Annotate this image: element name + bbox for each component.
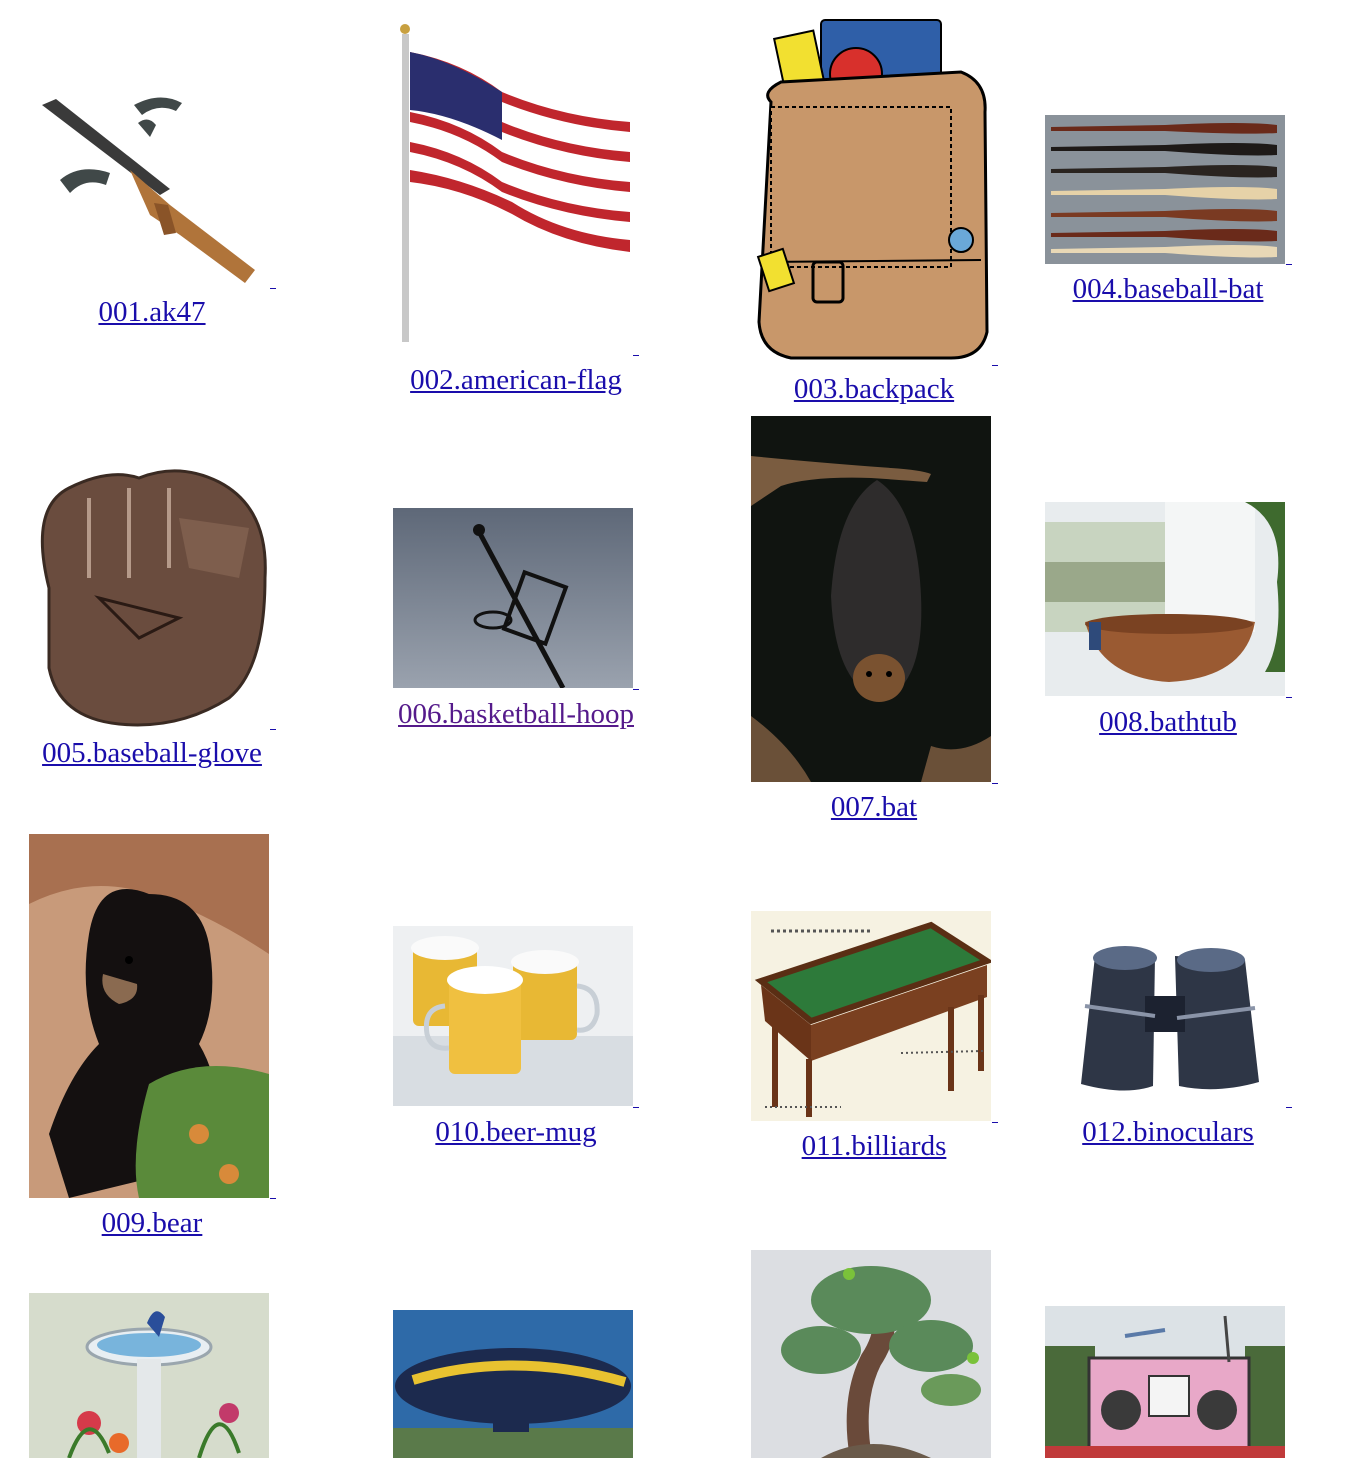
backpack-thumbnail[interactable] xyxy=(751,12,991,366)
birdbath-thumbnail[interactable] xyxy=(29,1293,269,1458)
gallery-item-label[interactable]: 004.baseball-bat xyxy=(1073,273,1264,305)
thumbnail-link-stub[interactable] xyxy=(992,1122,998,1123)
gallery-item-label[interactable]: 012.binoculars xyxy=(1082,1116,1254,1148)
gallery-item-label[interactable]: 006.basketball-hoop xyxy=(398,698,634,730)
gallery-item-label[interactable]: 011.billiards xyxy=(802,1130,947,1162)
gallery-item-label[interactable]: 003.backpack xyxy=(794,373,954,405)
thumbnail-link-stub[interactable] xyxy=(270,288,276,289)
thumbnail-link-stub[interactable] xyxy=(633,355,639,356)
binoculars-thumbnail[interactable] xyxy=(1045,926,1285,1106)
gallery-item-label[interactable]: 008.bathtub xyxy=(1099,706,1237,738)
thumbnail-link-stub[interactable] xyxy=(1286,264,1292,265)
thumbnail-link-stub[interactable] xyxy=(1286,697,1292,698)
thumbnail-link-stub[interactable] xyxy=(633,689,639,690)
thumbnail-link-stub[interactable] xyxy=(270,729,276,730)
beer-mug-thumbnail[interactable] xyxy=(393,926,633,1106)
boombox-thumbnail[interactable] xyxy=(1045,1306,1285,1458)
gallery-item-label[interactable]: 010.beer-mug xyxy=(435,1116,596,1148)
thumbnail-link-stub[interactable] xyxy=(992,365,998,366)
gallery-item-label[interactable]: 009.bear xyxy=(102,1207,203,1239)
american-flag-thumbnail[interactable] xyxy=(392,22,632,344)
bat-thumbnail[interactable] xyxy=(751,416,991,782)
bathtub-thumbnail[interactable] xyxy=(1045,502,1285,696)
billiards-thumbnail[interactable] xyxy=(751,911,991,1121)
gallery-item-label[interactable]: 005.baseball-glove xyxy=(42,737,262,769)
baseball-glove-thumbnail[interactable] xyxy=(29,468,269,729)
blimp-thumbnail[interactable] xyxy=(393,1310,633,1458)
baseball-bat-thumbnail[interactable] xyxy=(1045,115,1285,264)
basketball-hoop-thumbnail[interactable] xyxy=(393,508,633,688)
ak47-thumbnail[interactable] xyxy=(30,85,270,290)
thumbnail-link-stub[interactable] xyxy=(992,783,998,784)
thumbnail-link-stub[interactable] xyxy=(1286,1107,1292,1108)
gallery-item-label[interactable]: 002.american-flag xyxy=(410,364,622,396)
bonsai-thumbnail[interactable] xyxy=(751,1250,991,1458)
thumbnail-link-stub[interactable] xyxy=(270,1198,276,1199)
bear-thumbnail[interactable] xyxy=(29,834,269,1198)
thumbnail-link-stub[interactable] xyxy=(633,1107,639,1108)
gallery-item-label[interactable]: 007.bat xyxy=(831,791,917,823)
gallery-item-label[interactable]: 001.ak47 xyxy=(98,296,205,328)
